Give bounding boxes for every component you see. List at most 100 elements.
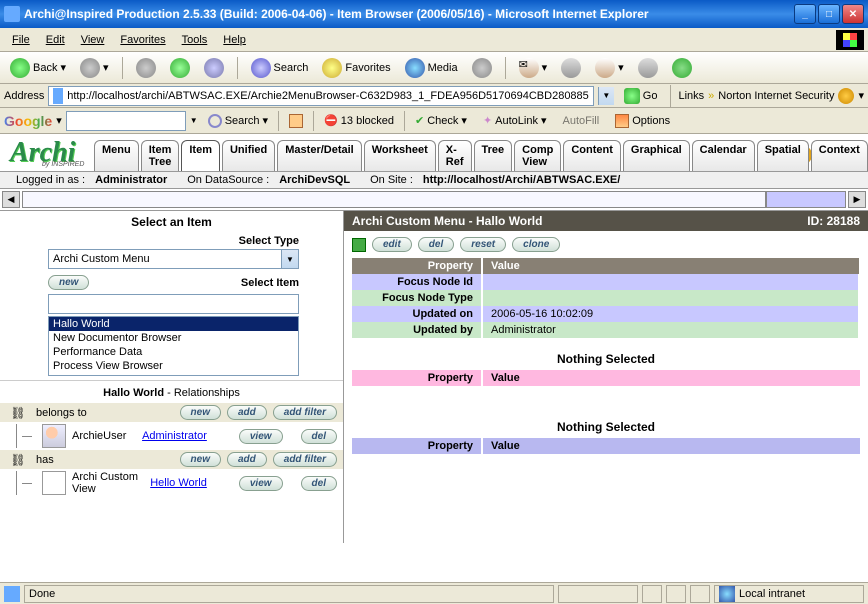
administrator-link[interactable]: Administrator: [142, 430, 207, 442]
item-search-input[interactable]: [48, 294, 299, 314]
status-text: Done: [24, 585, 554, 603]
archie-user-row: ArchieUser Administrator view del: [0, 422, 343, 450]
rel-new-button-2[interactable]: new: [180, 452, 221, 467]
tab-master-detail[interactable]: Master/Detail: [277, 140, 361, 171]
property-table-2: PropertyValue: [352, 370, 860, 386]
scroll-right[interactable]: ▶: [848, 191, 866, 208]
options-icon: [615, 114, 629, 128]
tab-x-ref[interactable]: X-Ref: [438, 140, 472, 171]
home-button[interactable]: [200, 56, 228, 80]
tab-content[interactable]: Content: [563, 140, 621, 171]
discuss-icon: [638, 58, 658, 78]
rel-del-button-2[interactable]: del: [301, 476, 337, 491]
newwin-icon: [289, 114, 303, 128]
datasource: ArchiDevSQL: [279, 174, 350, 186]
list-item[interactable]: Hallo World: [49, 317, 298, 331]
google-options-button[interactable]: Options: [609, 112, 676, 130]
rel-new-button[interactable]: new: [180, 405, 221, 420]
clone-button[interactable]: clone: [512, 237, 560, 252]
list-item[interactable]: New Documentor Browser: [49, 331, 298, 345]
rel-view-button-2[interactable]: view: [239, 476, 283, 491]
page-icon: [53, 88, 63, 104]
rel-addfilter-button[interactable]: add filter: [273, 405, 337, 420]
scroll-indicator: [766, 191, 846, 208]
menu-file[interactable]: File: [4, 31, 38, 49]
link-icon: ⛓: [6, 406, 30, 420]
menu-edit[interactable]: Edit: [38, 31, 73, 49]
item-id: 28188: [827, 214, 860, 228]
scroll-track[interactable]: [22, 191, 766, 208]
rel-del-button[interactable]: del: [301, 429, 337, 444]
tab-worksheet[interactable]: Worksheet: [364, 140, 436, 171]
del-button[interactable]: del: [418, 237, 454, 252]
close-button[interactable]: ✕: [842, 4, 864, 24]
logged-user: Administrator: [95, 174, 167, 186]
history-button[interactable]: [468, 56, 496, 80]
tab-comp-view[interactable]: Comp View: [514, 140, 561, 171]
mail-icon: ✉: [519, 58, 539, 78]
links-label[interactable]: Links: [678, 90, 704, 102]
tab-graphical[interactable]: Graphical: [623, 140, 690, 171]
select-item-title: Select an Item: [0, 211, 343, 233]
tab-item-tree[interactable]: Item Tree: [141, 140, 180, 171]
item-listbox[interactable]: Hallo WorldNew Documentor BrowserPerform…: [48, 316, 299, 376]
messenger-button[interactable]: [668, 56, 696, 80]
custom-view-row: Archi Custom View Hello World view del: [0, 469, 343, 497]
forward-button[interactable]: ▾: [76, 56, 113, 80]
tab-tree[interactable]: Tree: [474, 140, 513, 171]
list-item[interactable]: Process View Browser: [49, 359, 298, 373]
google-search-input[interactable]: [66, 111, 186, 131]
rel-add-button-2[interactable]: add: [227, 452, 267, 467]
maximize-button[interactable]: □: [818, 4, 840, 24]
menu-favorites[interactable]: Favorites: [112, 31, 173, 49]
edit-button[interactable]: edit: [372, 237, 412, 252]
google-blocked-button[interactable]: ⛔13 blocked: [318, 112, 400, 129]
scroll-left[interactable]: ◀: [2, 191, 20, 208]
minimize-button[interactable]: _: [794, 4, 816, 24]
tab-item[interactable]: Item: [181, 140, 220, 171]
google-newwin-button[interactable]: [283, 112, 309, 130]
archi-header: Archi by INSPIRED MenuItem TreeItemUnifi…: [0, 134, 868, 172]
google-check-button[interactable]: ✔Check ▾: [409, 112, 473, 129]
media-button[interactable]: Media: [401, 56, 462, 80]
discuss-button[interactable]: [634, 56, 662, 80]
edit-page-icon: [595, 58, 615, 78]
norton-label[interactable]: Norton Internet Security: [718, 90, 834, 102]
rel-add-button[interactable]: add: [227, 405, 267, 420]
print-button[interactable]: [557, 56, 585, 80]
refresh-icon: [170, 58, 190, 78]
google-search-button[interactable]: Search ▾: [202, 112, 274, 130]
google-autofill-button[interactable]: AutoFill: [557, 113, 606, 129]
reset-button[interactable]: reset: [460, 237, 506, 252]
tab-context[interactable]: Context: [811, 140, 868, 171]
refresh-button[interactable]: [166, 56, 194, 80]
address-input[interactable]: http://localhost/archi/ABTWSAC.EXE/Archi…: [48, 86, 593, 106]
new-type-button[interactable]: new: [48, 275, 89, 290]
rel-addfilter-button-2[interactable]: add filter: [273, 452, 337, 467]
rel-view-button[interactable]: view: [239, 429, 283, 444]
stop-button[interactable]: [132, 56, 160, 80]
ie-toolbar: Back ▾ ▾ Search Favorites Media ✉▾ ▾: [0, 52, 868, 84]
favorites-button[interactable]: Favorites: [318, 56, 394, 80]
address-dropdown[interactable]: ▼: [598, 87, 614, 105]
mail-button[interactable]: ✉▾: [515, 56, 552, 80]
menu-view[interactable]: View: [73, 31, 113, 49]
edit-page-button[interactable]: ▾: [591, 56, 628, 80]
tab-spatial[interactable]: Spatial: [757, 140, 809, 171]
nothing-selected-2: Nothing Selected: [344, 416, 868, 438]
go-button[interactable]: Go: [618, 86, 664, 106]
back-button[interactable]: Back ▾: [6, 56, 70, 80]
tab-calendar[interactable]: Calendar: [692, 140, 755, 171]
norton-icon[interactable]: [838, 88, 854, 104]
menu-help[interactable]: Help: [215, 31, 254, 49]
tab-menu[interactable]: Menu: [94, 140, 139, 171]
google-logo[interactable]: Google: [4, 113, 52, 129]
detail-header: Archi Custom Menu - Hallo World ID: 2818…: [344, 211, 868, 231]
menu-tools[interactable]: Tools: [174, 31, 216, 49]
type-select[interactable]: Archi Custom Menu ▼: [48, 249, 299, 269]
search-button[interactable]: Search: [247, 56, 313, 80]
list-item[interactable]: Performance Data: [49, 345, 298, 359]
tab-unified[interactable]: Unified: [222, 140, 275, 171]
google-autolink-button[interactable]: ✦AutoLink ▾: [477, 112, 553, 129]
hello-world-link[interactable]: Hello World: [150, 477, 207, 489]
